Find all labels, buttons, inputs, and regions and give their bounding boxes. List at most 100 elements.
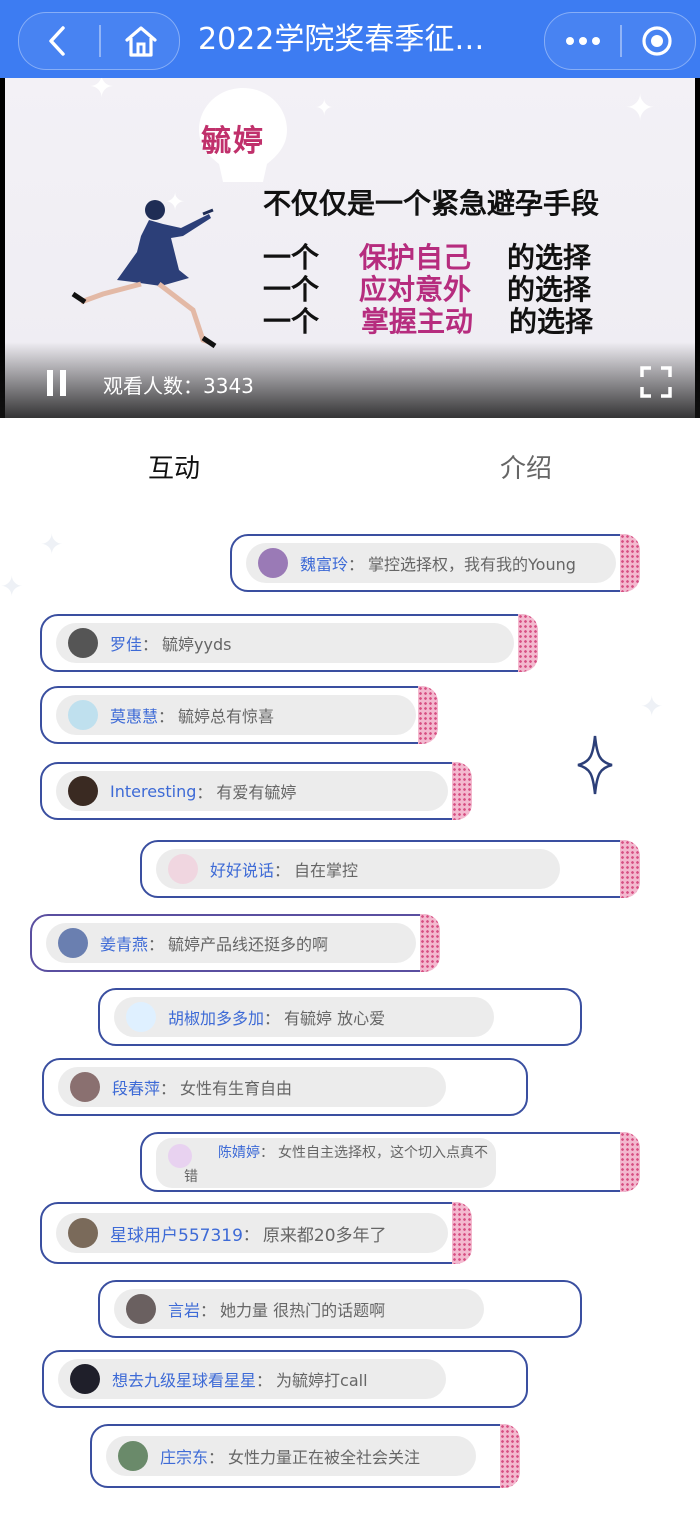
bubble-edge	[500, 1424, 520, 1488]
tab-introduction[interactable]: 介绍	[500, 448, 552, 485]
sparkle-icon: ✦	[89, 78, 115, 105]
comment-separator: ：	[274, 861, 291, 880]
comment-username[interactable]: 庄宗东	[160, 1444, 208, 1468]
decor-star-icon: ✦	[40, 528, 64, 561]
avatar[interactable]	[126, 1002, 156, 1032]
comment-text: 毓婷产品线还挺多的啊	[168, 935, 329, 954]
pause-icon[interactable]	[46, 368, 68, 402]
comment-username[interactable]: 莫惠慧	[110, 703, 158, 727]
comment-text: 有爱有毓婷	[216, 783, 297, 802]
comment-bubble: 魏富玲：掌控选择权，我有我的Young	[230, 534, 640, 592]
comment-text: 她力量 很热门的话题啊	[220, 1301, 386, 1320]
nav-divider	[620, 25, 622, 57]
bubble-edge	[518, 614, 538, 672]
comment-text: 毓婷总有惊喜	[178, 707, 275, 726]
comment-bubble: 想去九级星球看星星：为毓婷打call	[42, 1350, 528, 1408]
avatar[interactable]	[70, 1072, 100, 1102]
comment-content: 陈婧婷： 女性自主选择权，这个切入点真不 错	[156, 1138, 496, 1188]
comment-separator: ：	[160, 1079, 177, 1098]
slide-line: 一个	[263, 305, 320, 338]
fullscreen-icon[interactable]	[640, 366, 672, 402]
comment-text: 掌控选择权，我有我的Young	[368, 555, 576, 574]
avatar[interactable]	[68, 628, 98, 658]
comment-content: 星球用户557319：原来都20多年了	[56, 1213, 448, 1253]
comment-username[interactable]: 胡椒加多多加	[168, 1005, 264, 1029]
comment-bubble: 言岩：她力量 很热门的话题啊	[98, 1280, 582, 1338]
avatar[interactable]	[126, 1294, 156, 1324]
comment-content: 魏富玲：掌控选择权，我有我的Young	[246, 543, 616, 583]
avatar[interactable]	[258, 548, 288, 578]
viewer-count: 观看人数：3343	[103, 374, 254, 398]
avatar[interactable]	[58, 928, 88, 958]
avatar[interactable]	[68, 700, 98, 730]
comment-username[interactable]: 魏富玲	[300, 551, 348, 575]
comment-text-continued: 错	[184, 1169, 198, 1185]
comment-bubble: 庄宗东：女性力量正在被全社会关注	[90, 1424, 520, 1488]
avatar[interactable]	[68, 776, 98, 806]
avatar[interactable]	[70, 1364, 100, 1394]
bubble-edge	[620, 534, 640, 592]
comment-separator: ：	[142, 635, 159, 654]
comment-username[interactable]: 想去九级星球看星星	[112, 1367, 256, 1391]
avatar[interactable]	[68, 1218, 98, 1248]
nav-right-capsule	[544, 12, 696, 70]
slide-headline: 不仅仅是一个紧急避孕手段	[263, 187, 600, 220]
comment-username[interactable]: 星球用户557319	[110, 1221, 243, 1246]
more-icon[interactable]	[553, 13, 613, 69]
comment-bubble: 好好说话：自在掌控	[140, 840, 640, 898]
comment-content: 姜青燕：毓婷产品线还挺多的啊	[46, 923, 416, 963]
bubble-edge	[620, 840, 640, 898]
four-point-star-icon	[577, 735, 613, 795]
comment-bubble: 段春萍：女性有生育自由	[42, 1058, 528, 1116]
comment-content: 庄宗东：女性力量正在被全社会关注	[106, 1436, 476, 1476]
comment-text: 女性有生育自由	[180, 1079, 293, 1098]
comment-separator: ：	[256, 1371, 273, 1390]
back-icon[interactable]	[27, 13, 87, 69]
comment-feed[interactable]: ✦ ✦ ✦ 魏富玲：掌控选择权，我有我的Young 罗佳：毓婷yyds 莫惠慧：…	[0, 510, 700, 1533]
running-woman-illustration	[71, 200, 217, 349]
sparkle-icon: ✦	[625, 88, 656, 129]
bubble-edge	[452, 762, 472, 820]
slide-highlight: 掌握主动	[361, 305, 474, 338]
tab-interaction[interactable]: 互动	[148, 448, 200, 485]
comment-content: 想去九级星球看星星：为毓婷打call	[58, 1359, 446, 1399]
comment-content: 言岩：她力量 很热门的话题啊	[114, 1289, 484, 1329]
comment-text: 自在掌控	[294, 861, 359, 880]
comment-bubble: 罗佳：毓婷yyds	[40, 614, 538, 672]
slide-line-suffix: 的选择	[509, 305, 594, 338]
home-icon[interactable]	[111, 13, 171, 69]
bubble-edge	[418, 686, 438, 744]
comment-content: 好好说话：自在掌控	[156, 849, 560, 889]
comment-username[interactable]: 陈婧婷	[218, 1145, 260, 1161]
nav-left-capsule	[18, 12, 180, 70]
comment-bubble: Interesting：有爱有毓婷	[40, 762, 472, 820]
comment-text: 女性自主选择权，这个切入点真不	[278, 1145, 488, 1161]
comment-username[interactable]: 好好说话	[210, 857, 274, 881]
comment-username[interactable]: 姜青燕	[100, 931, 148, 955]
comment-username[interactable]: Interesting	[110, 782, 196, 801]
comment-content: 莫惠慧：毓婷总有惊喜	[56, 695, 416, 735]
comment-separator: ：	[208, 1448, 225, 1467]
avatar[interactable]	[118, 1441, 148, 1471]
avatar[interactable]	[168, 854, 198, 884]
comment-content: 段春萍：女性有生育自由	[58, 1067, 446, 1107]
comment-username[interactable]: 言岩	[168, 1297, 200, 1321]
tab-bar: 互动 介绍	[0, 420, 700, 511]
nav-divider	[99, 25, 101, 57]
comment-text: 毓婷yyds	[162, 635, 232, 654]
target-icon[interactable]	[627, 13, 687, 69]
top-navigation-bar: 2022学院奖春季征…	[0, 0, 700, 78]
comment-separator: ：	[158, 707, 175, 726]
video-player[interactable]: ✦ ✦ ✦ ✦ 毓婷 不仅仅是一个紧急避孕手段 一个 保护自己 的选择 一个 应…	[0, 78, 700, 418]
comment-separator: ：	[200, 1301, 217, 1320]
comment-separator: ：	[242, 1225, 259, 1244]
comment-username[interactable]: 段春萍	[112, 1075, 160, 1099]
page-title: 2022学院奖春季征…	[198, 22, 485, 57]
avatar[interactable]	[168, 1144, 192, 1168]
comment-text: 原来都20多年了	[262, 1225, 387, 1246]
comment-content: 罗佳：毓婷yyds	[56, 623, 514, 663]
comment-separator: ：	[264, 1009, 281, 1028]
comment-username[interactable]: 罗佳	[110, 631, 142, 655]
comment-bubble: 星球用户557319：原来都20多年了	[40, 1202, 472, 1264]
comment-bubble: 胡椒加多多加：有毓婷 放心爱	[98, 988, 582, 1046]
